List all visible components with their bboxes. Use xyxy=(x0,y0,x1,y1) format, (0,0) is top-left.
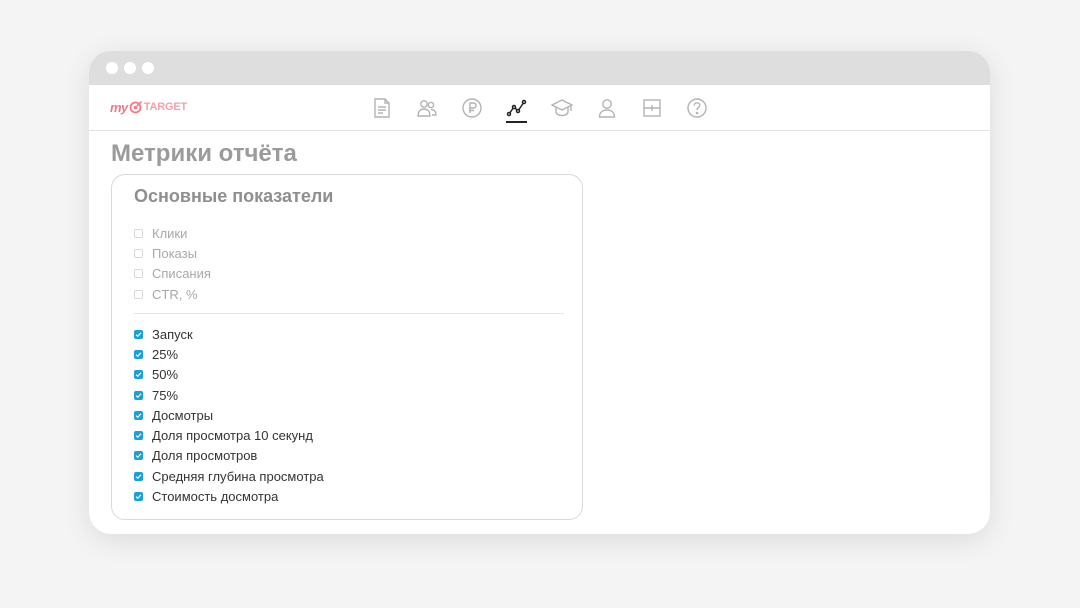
metric-label: Списания xyxy=(152,266,211,282)
window-maximize-dot[interactable] xyxy=(142,62,154,74)
metric-checkbox-row[interactable]: Списания xyxy=(134,264,211,284)
logo-target-mark-icon xyxy=(129,100,143,114)
checkmark-icon xyxy=(135,352,142,358)
metric-checkbox-row[interactable]: Средняя глубина просмотра xyxy=(134,466,324,486)
metrics-card: Основные показатели Клики Показы Списания C… xyxy=(111,174,583,520)
metric-checkbox-row[interactable]: CTR, % xyxy=(134,284,211,304)
checkmark-icon xyxy=(135,474,142,479)
metric-label: CTR, % xyxy=(152,286,198,302)
basic-metrics-list: Клики Показы Списания CTR, % xyxy=(134,223,211,304)
statistics-icon xyxy=(506,99,526,117)
nav-help[interactable] xyxy=(674,96,719,120)
metric-checkbox-row[interactable]: 75% xyxy=(134,385,324,405)
metric-checkbox-row[interactable]: Запуск xyxy=(134,324,324,344)
checkbox-checked[interactable] xyxy=(134,390,143,400)
checkbox-unchecked[interactable] xyxy=(134,289,143,299)
checkmark-icon xyxy=(135,331,142,337)
nav-profile[interactable] xyxy=(584,96,629,120)
video-metrics-list: Запуск 25% 50% 75% Досмотры Доля просмотра 10… xyxy=(134,324,324,507)
nav-layout[interactable] xyxy=(629,96,674,120)
profile-icon xyxy=(598,99,615,118)
checkbox-checked[interactable] xyxy=(134,349,143,359)
checkbox-checked[interactable] xyxy=(134,451,143,461)
checkbox-checked[interactable] xyxy=(134,370,143,380)
divider xyxy=(134,313,564,314)
checkmark-icon xyxy=(135,372,142,378)
card-title: Основные показатели xyxy=(134,186,334,206)
logo-my-text: my xyxy=(110,99,128,115)
checkbox-checked[interactable] xyxy=(134,492,143,502)
checkbox-unchecked[interactable] xyxy=(134,248,143,258)
metric-checkbox-row[interactable]: Клики xyxy=(134,223,211,243)
education-icon xyxy=(550,99,573,117)
metric-label: Досмотры xyxy=(152,407,214,423)
logo-target-text: TARGET xyxy=(143,101,187,113)
title-bar xyxy=(89,51,990,85)
metric-label: Доля просмотра 10 секунд xyxy=(152,428,313,444)
browser-window: my TARGET Метрики отчёта Основные показа… xyxy=(89,51,990,534)
billing-icon xyxy=(461,98,482,118)
nav-audiences[interactable] xyxy=(404,96,449,120)
nav-education[interactable] xyxy=(539,96,584,120)
checkmark-icon xyxy=(135,413,142,418)
page-title: Метрики отчёта xyxy=(111,140,297,167)
metric-label: Клики xyxy=(152,225,188,241)
help-icon xyxy=(686,98,707,118)
metric-label: Доля просмотров xyxy=(152,448,258,464)
checkmark-icon xyxy=(135,392,142,398)
metric-label: Стоимость досмотра xyxy=(152,489,279,505)
metric-checkbox-row[interactable]: Доля просмотров xyxy=(134,446,324,466)
checkmark-icon xyxy=(135,494,142,500)
nav-campaigns[interactable] xyxy=(359,96,404,120)
metric-checkbox-row[interactable]: Досмотры xyxy=(134,405,324,425)
metric-label: 25% xyxy=(152,346,179,362)
metric-checkbox-row[interactable]: Стоимость досмотра xyxy=(134,486,324,506)
metric-label: 75% xyxy=(152,387,179,403)
checkbox-unchecked[interactable] xyxy=(134,269,143,279)
metric-label: Средняя глубина просмотра xyxy=(152,468,324,484)
metric-checkbox-row[interactable]: Доля просмотра 10 секунд xyxy=(134,425,324,445)
checkbox-checked[interactable] xyxy=(134,329,143,339)
window-close-dot[interactable] xyxy=(106,62,118,74)
metric-checkbox-row[interactable]: 25% xyxy=(134,344,324,364)
mytarget-logo[interactable]: my TARGET xyxy=(110,98,187,116)
checkbox-checked[interactable] xyxy=(134,431,143,441)
campaigns-icon xyxy=(373,98,390,118)
checkbox-checked[interactable] xyxy=(134,471,143,481)
audiences-icon xyxy=(416,100,437,117)
checkmark-icon xyxy=(135,433,142,439)
nav-statistics[interactable] xyxy=(494,96,539,123)
checkbox-unchecked[interactable] xyxy=(134,228,143,238)
metric-checkbox-row[interactable]: Показы xyxy=(134,243,211,263)
checkbox-checked[interactable] xyxy=(134,410,143,420)
checkmark-icon xyxy=(135,453,142,459)
window-minimize-dot[interactable] xyxy=(124,62,136,74)
metric-label: 50% xyxy=(152,367,179,383)
layout-icon xyxy=(642,99,661,117)
metric-label: Показы xyxy=(152,245,197,261)
nav-billing[interactable] xyxy=(449,96,494,120)
metric-label: Запуск xyxy=(152,326,193,342)
top-navbar: my TARGET xyxy=(89,85,990,131)
metric-checkbox-row[interactable]: 50% xyxy=(134,365,324,385)
nav-icon-bar xyxy=(359,96,719,123)
